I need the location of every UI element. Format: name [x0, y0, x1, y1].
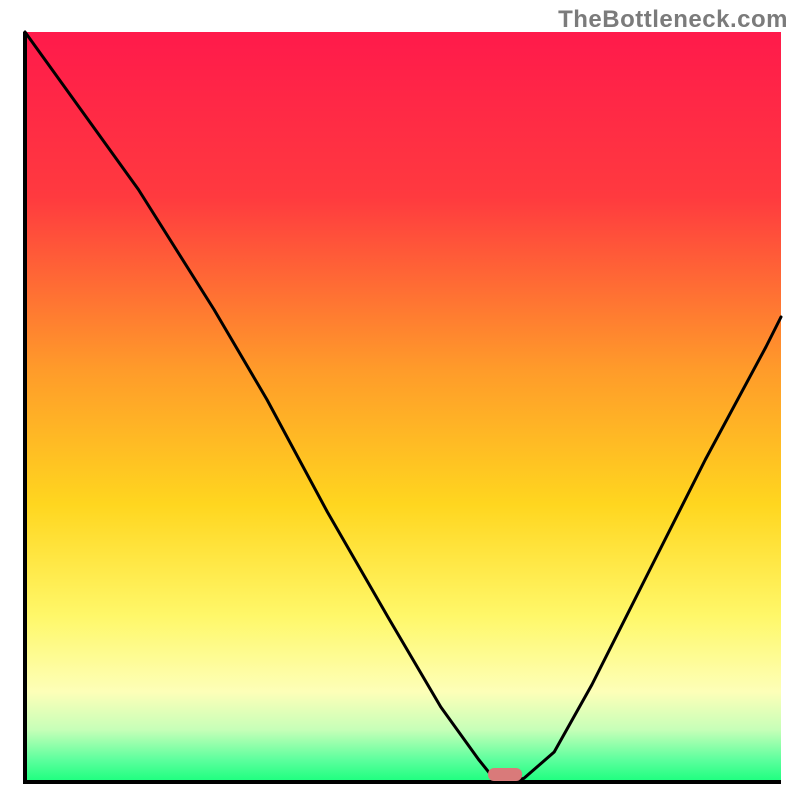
optimal-marker — [488, 768, 522, 781]
plot-background — [25, 32, 781, 782]
bottleneck-chart — [0, 0, 800, 800]
chart-frame: TheBottleneck.com — [0, 0, 800, 800]
watermark-label: TheBottleneck.com — [558, 6, 788, 34]
